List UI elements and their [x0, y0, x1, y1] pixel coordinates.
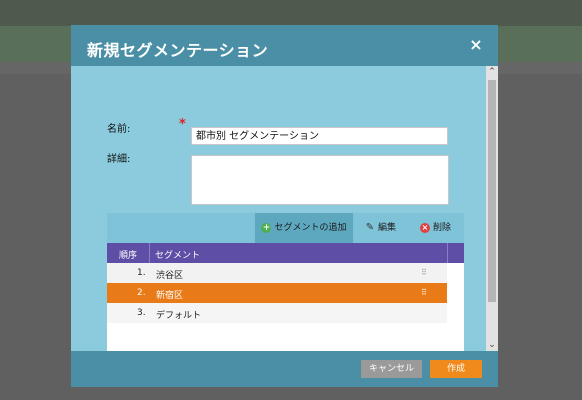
- row-order: 2.: [137, 288, 146, 298]
- scroll-down-icon[interactable]: ⌄: [486, 339, 498, 351]
- row-segment-name: 新宿区: [156, 291, 184, 301]
- segment-toolbar: + セグメントの追加 ✎ 編集 × 削除: [107, 213, 464, 243]
- close-icon[interactable]: ×: [468, 37, 484, 53]
- required-mark: *: [179, 117, 186, 132]
- row-order: 3.: [137, 308, 146, 318]
- dialog-scrollbar[interactable]: ⌃ ⌄: [486, 66, 498, 351]
- edit-label: 編集: [378, 223, 397, 233]
- drag-handle-icon[interactable]: ⠿: [421, 288, 427, 297]
- add-segment-label: セグメントの追加: [274, 223, 347, 233]
- delete-circle-icon: ×: [420, 222, 430, 233]
- dialog-title: 新規セグメンテーション: [87, 41, 269, 60]
- table-row[interactable]: 3. デフォルト: [107, 303, 447, 323]
- cancel-button[interactable]: キャンセル: [361, 360, 422, 378]
- table-row[interactable]: 1. 渋谷区 ⠿: [107, 263, 447, 283]
- dialog-header: 新規セグメンテーション ×: [71, 25, 498, 66]
- dialog-body: 名前: * 都市別 セグメンテーション 詳細: + セグメントの追加 ✎ 編集 × 削…: [71, 66, 486, 351]
- column-divider: [447, 243, 448, 263]
- name-label: 名前:: [107, 124, 131, 135]
- row-segment-name: デフォルト: [156, 311, 202, 321]
- name-input[interactable]: 都市別 セグメンテーション: [191, 127, 448, 145]
- column-divider: [149, 243, 150, 263]
- plus-circle-icon: +: [261, 222, 272, 233]
- row-order: 1.: [137, 268, 146, 278]
- delete-button[interactable]: × 削除: [420, 213, 451, 243]
- delete-label: 削除: [433, 223, 452, 233]
- column-header-order: 順序: [119, 251, 138, 261]
- add-segment-button[interactable]: + セグメントの追加: [255, 213, 353, 243]
- row-segment-name: 渋谷区: [156, 271, 184, 281]
- new-segmentation-dialog: 新規セグメンテーション × 名前: * 都市別 セグメンテーション 詳細: + セ…: [71, 25, 498, 387]
- table-header: 順序 セグメント: [107, 243, 464, 263]
- column-header-segment: セグメント: [155, 251, 201, 261]
- dialog-footer: キャンセル 作成: [71, 351, 498, 387]
- pencil-icon: ✎: [365, 221, 375, 233]
- scroll-thumb[interactable]: [488, 80, 496, 302]
- drag-handle-icon[interactable]: ⠿: [421, 268, 427, 277]
- background-topbar: [0, 0, 582, 26]
- edit-button[interactable]: ✎ 編集: [365, 213, 396, 243]
- create-button[interactable]: 作成: [430, 360, 482, 378]
- table-row-selected[interactable]: 2. 新宿区 ⠿: [107, 283, 447, 303]
- detail-textarea[interactable]: [191, 155, 449, 205]
- detail-label: 詳細:: [107, 154, 131, 165]
- segment-panel: + セグメントの追加 ✎ 編集 × 削除 順序 セグメント 1. 渋谷区 ⠿ 2…: [107, 213, 464, 351]
- scroll-up-icon[interactable]: ⌃: [486, 66, 498, 78]
